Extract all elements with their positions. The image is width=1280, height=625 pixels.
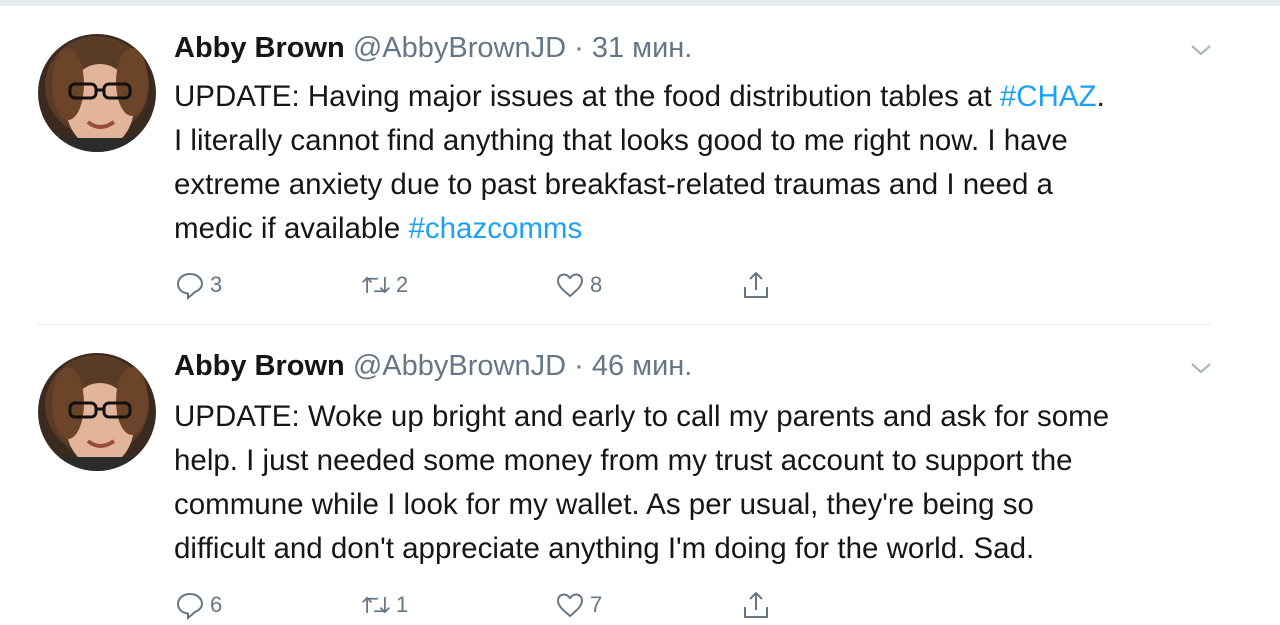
separator-dot: · [574,350,584,382]
like-count: 8 [590,272,603,297]
avatar-image [38,353,156,471]
tweet-line: medic if available #chazcomms [174,207,1224,251]
heart-icon [556,273,584,298]
chevron-down-icon[interactable] [1186,35,1216,65]
avatar-image [38,34,156,152]
display-name[interactable]: Abby Brown [174,32,345,64]
share-button[interactable] [740,585,772,625]
retweet-button[interactable]: 1 [360,585,408,625]
display-name[interactable]: Abby Brown [174,350,345,382]
tweet-text: UPDATE: Woke up bright and early to call… [174,395,1224,571]
tweet-line: UPDATE: Having major issues at the food … [174,75,1224,119]
separator-dot: · [574,32,584,64]
heart-icon [556,593,584,618]
hashtag-link[interactable]: #CHAZ [1000,80,1097,113]
tweet-header: Abby Brown @AbbyBrownJD · 46 мин. [174,348,692,384]
reply-button[interactable]: 3 [174,265,222,305]
text-segment: . [1096,80,1105,113]
reply-count: 3 [210,272,223,297]
retweet-count: 1 [396,592,409,617]
tweet-line: difficult and don't appreciate anything … [174,532,1035,565]
tweet-header: Abby Brown @AbbyBrownJD · 31 мин. [174,30,692,66]
avatar[interactable] [38,353,156,471]
share-button[interactable] [740,265,772,305]
reply-icon [176,592,204,621]
retweet-button[interactable]: 2 [360,265,408,305]
retweet-icon [362,596,390,614]
retweet-icon [362,276,390,294]
reply-count: 6 [210,592,223,617]
tweet-line: UPDATE: Woke up bright and early to call… [174,400,1110,433]
timestamp[interactable]: 46 мин. [592,350,693,382]
user-handle[interactable]: @AbbyBrownJD [353,350,566,382]
text-segment: UPDATE: Having major issues at the food … [174,80,1000,113]
like-button[interactable]: 8 [554,265,602,305]
tweet-line: help. I just needed some money from my t… [174,444,1073,477]
retweet-count: 2 [396,272,409,297]
tweet-line: commune while I look for my wallet. As p… [174,488,1034,521]
like-count: 7 [590,592,603,617]
reply-icon [176,272,204,301]
share-icon [744,591,768,618]
tweet-line: I literally cannot find anything that lo… [174,124,1068,157]
timestamp[interactable]: 31 мин. [592,32,693,64]
user-handle[interactable]: @AbbyBrownJD [353,32,566,64]
action-bar: 3 2 8 [174,265,794,305]
action-bar: 6 1 7 [174,585,794,625]
chevron-down-icon[interactable] [1186,353,1216,383]
text-segment: medic if available [174,212,409,245]
reply-button[interactable]: 6 [174,585,222,625]
tweet[interactable]: Abby Brown @AbbyBrownJD · 46 мин. UPDATE… [0,325,1280,624]
hashtag-link[interactable]: #chazcomms [408,212,582,245]
share-icon [744,271,768,298]
tweet-line: extreme anxiety due to past breakfast-re… [174,168,1053,201]
tweet[interactable]: Abby Brown @AbbyBrownJD · 31 мин. UPDATE… [0,0,1280,324]
like-button[interactable]: 7 [554,585,602,625]
tweet-text: UPDATE: Having major issues at the food … [174,75,1224,251]
avatar[interactable] [38,34,156,152]
